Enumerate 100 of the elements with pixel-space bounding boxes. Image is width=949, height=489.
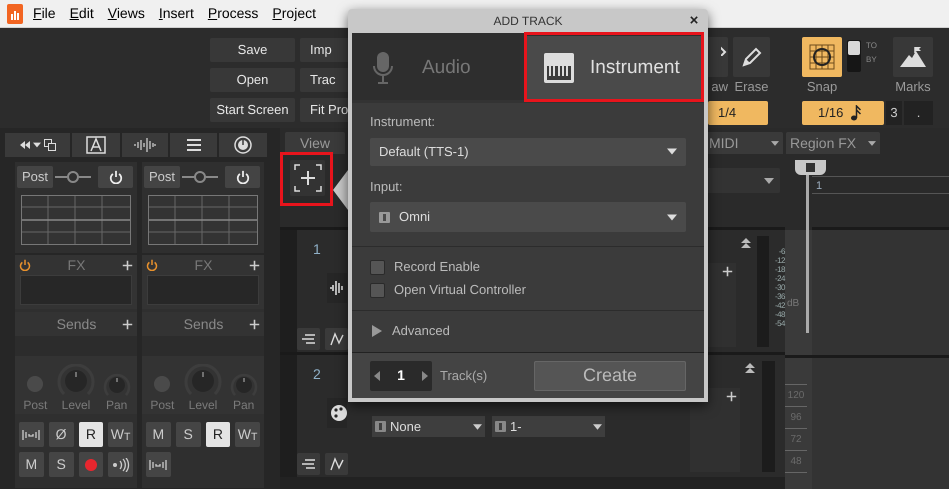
dotted-button[interactable]: . xyxy=(904,101,933,125)
strip-button[interactable]: R xyxy=(78,422,104,447)
toolbar-button[interactable] xyxy=(170,133,217,157)
advanced-toggle[interactable]: Advanced xyxy=(372,321,684,341)
meter-icon xyxy=(149,458,168,470)
strip-button[interactable]: R xyxy=(206,422,230,447)
plus-icon[interactable] xyxy=(249,318,260,330)
toolbar-button[interactable]: Open xyxy=(210,68,295,92)
knob-label: Post xyxy=(23,398,48,412)
send-dot-icon[interactable] xyxy=(27,376,44,392)
erase-tool-button[interactable] xyxy=(733,37,770,77)
toolbar-button[interactable] xyxy=(72,133,120,157)
strip-button[interactable]: S xyxy=(176,422,200,447)
marks-button[interactable] xyxy=(893,37,933,77)
plus-icon[interactable] xyxy=(726,391,737,402)
plus-icon[interactable] xyxy=(122,318,133,330)
now-marker[interactable] xyxy=(795,160,826,175)
track-button[interactable] xyxy=(297,328,320,350)
post-button[interactable]: Post xyxy=(17,166,53,188)
post-button[interactable]: Post xyxy=(144,166,180,188)
strip-button[interactable]: W$_{T}$ xyxy=(108,422,133,447)
menu-item[interactable]: File xyxy=(26,3,63,24)
input-dropdown[interactable]: Omni xyxy=(370,202,686,232)
checkbox-label: Record Enable xyxy=(394,258,480,276)
view-tab[interactable]: View xyxy=(285,132,345,154)
scroll-top-icon[interactable] xyxy=(745,363,755,373)
track-button[interactable] xyxy=(297,453,320,475)
record-icon xyxy=(84,458,97,470)
menu-button[interactable]: MIDI xyxy=(705,132,783,154)
strip-button[interactable] xyxy=(19,422,44,447)
dropdown-field[interactable]: None xyxy=(372,416,485,437)
menu-item[interactable]: Project xyxy=(265,3,323,24)
scroll-top-icon[interactable] xyxy=(740,238,751,248)
close-button[interactable]: × xyxy=(684,10,704,32)
sends-label: Sends xyxy=(182,314,224,334)
toolbar-button[interactable] xyxy=(122,133,168,157)
add-track-button[interactable] xyxy=(290,160,325,196)
input-icon xyxy=(495,421,506,432)
plus-icon[interactable] xyxy=(249,260,260,270)
menu-button[interactable]: Region FX xyxy=(786,132,880,154)
strip-button[interactable] xyxy=(78,452,104,477)
power-button[interactable] xyxy=(225,166,260,188)
toggle-switch[interactable] xyxy=(847,40,861,72)
menu-item[interactable]: Views xyxy=(100,3,152,24)
right-arrow-icon[interactable] xyxy=(422,370,428,380)
create-button[interactable]: Create xyxy=(534,360,686,390)
toolbar-button[interactable]: Start Screen xyxy=(210,98,295,122)
power-button[interactable] xyxy=(98,166,133,188)
meter-label: -24 xyxy=(774,274,785,283)
piano-icon xyxy=(544,53,574,83)
dropdown-field[interactable]: 1- xyxy=(492,416,605,437)
triplet-button[interactable]: 3 xyxy=(886,101,902,125)
strip-button[interactable]: S xyxy=(48,452,74,477)
note-icon xyxy=(851,105,862,121)
strip-button[interactable] xyxy=(108,452,133,477)
strip-button[interactable]: M xyxy=(146,422,171,447)
strip-button[interactable]: M xyxy=(19,452,44,477)
track-button[interactable] xyxy=(325,328,348,350)
meter-label: -6 xyxy=(778,247,785,256)
checkbox[interactable] xyxy=(370,282,385,298)
link-icon xyxy=(180,170,220,182)
snap-resolution-field[interactable]: 1/16 xyxy=(802,101,884,125)
resolution-field[interactable]: 1/4 xyxy=(708,101,768,125)
count-spinner[interactable]: 1 xyxy=(370,360,432,390)
caret-icon xyxy=(667,214,677,220)
caret-icon xyxy=(764,178,774,184)
tool-label: aw xyxy=(710,78,728,96)
triangle-icon xyxy=(372,325,382,337)
plus-icon[interactable] xyxy=(722,266,734,277)
plus-icon[interactable] xyxy=(122,260,133,270)
input-icon xyxy=(375,421,386,432)
snap-button[interactable] xyxy=(802,37,842,77)
menu-item[interactable]: Process xyxy=(200,3,266,24)
letter-frame-icon xyxy=(86,136,106,154)
checkbox-label: Open Virtual Controller xyxy=(394,281,526,300)
track-type-tab[interactable]: Instrument xyxy=(526,36,702,100)
menu-item[interactable]: Insert xyxy=(152,3,201,24)
windows-icon xyxy=(44,139,56,151)
echo-icon xyxy=(112,458,130,472)
menu-item[interactable]: Edit xyxy=(62,3,101,24)
instrument-dropdown[interactable]: Default (TTS-1) xyxy=(370,138,686,166)
align-icon xyxy=(302,459,316,469)
checkbox[interactable] xyxy=(370,260,385,274)
toolbar-button[interactable] xyxy=(5,133,70,157)
toolbar-button[interactable]: Save xyxy=(210,38,295,62)
link-icon xyxy=(53,170,93,182)
caret-icon xyxy=(868,140,876,146)
toolbar-button[interactable] xyxy=(219,133,267,157)
send-dot-icon[interactable] xyxy=(154,376,170,392)
track-number: 2 xyxy=(313,365,322,384)
strip-button[interactable]: Ø xyxy=(48,422,74,447)
strip-button[interactable]: W$_{T}$ xyxy=(235,422,260,447)
ruler-label: dB xyxy=(787,297,800,311)
strip-button[interactable] xyxy=(146,452,171,477)
meter-label: -42 xyxy=(774,301,785,310)
track-button[interactable] xyxy=(325,453,348,475)
marks-label: Marks xyxy=(894,78,932,96)
field-label: Input: xyxy=(370,178,404,196)
caret-icon xyxy=(473,424,482,430)
left-arrow-icon[interactable] xyxy=(374,370,380,380)
